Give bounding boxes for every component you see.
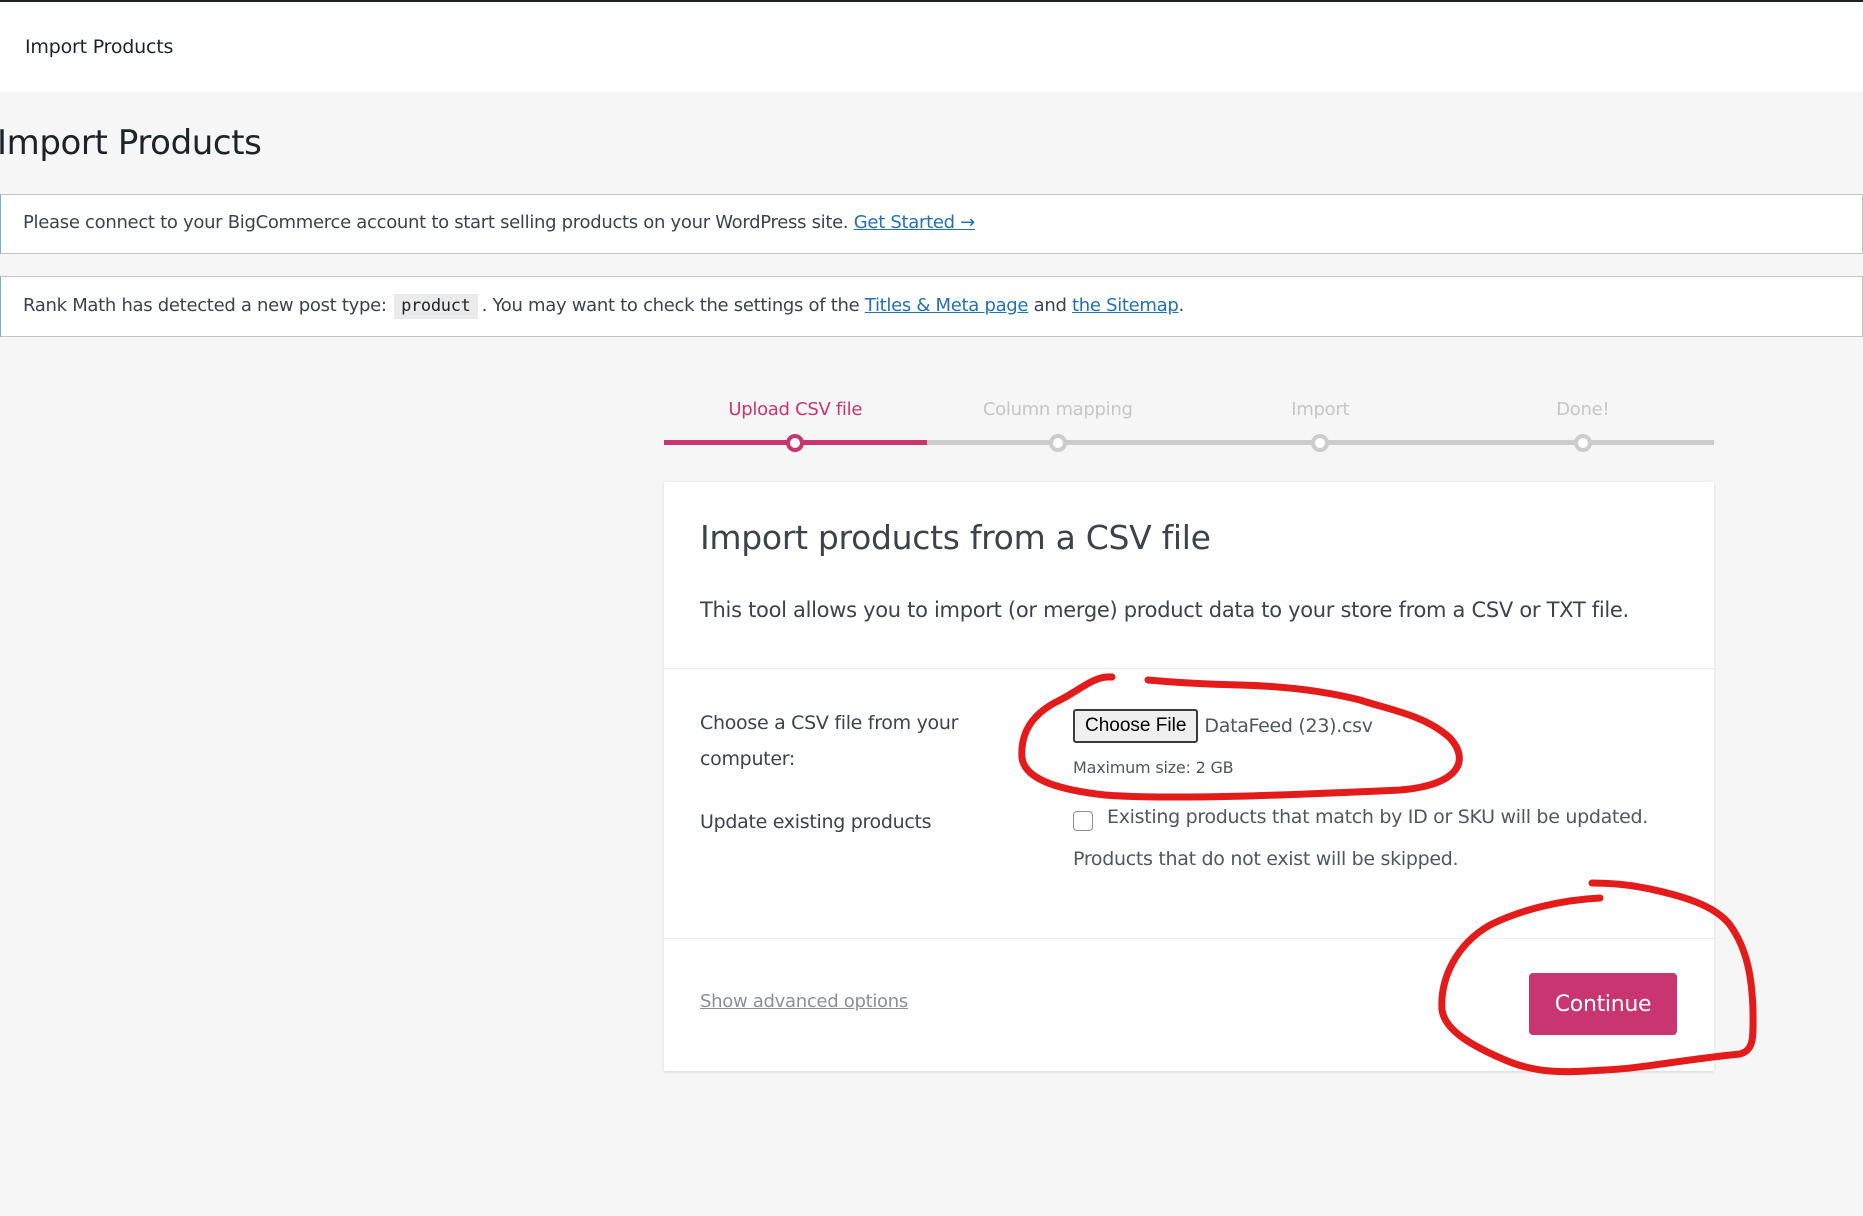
step-label: Upload CSV file: [728, 399, 863, 420]
update-existing-label: Update existing products: [700, 811, 932, 833]
skip-note: Products that do not exist will be skipp…: [1073, 848, 1459, 870]
bigcommerce-notice: Please connect to your BigCommerce accou…: [0, 194, 1863, 254]
get-started-link[interactable]: Get Started →: [854, 212, 975, 233]
header-title: Import Products: [25, 36, 174, 58]
step-dot-icon: [1311, 434, 1330, 452]
step-label: Import: [1291, 399, 1350, 420]
step-column-mapping: Column mapping: [926, 395, 1189, 455]
step-dot-icon: [786, 434, 805, 452]
notice-text: .: [1178, 295, 1185, 316]
step-dot-icon: [1573, 434, 1592, 452]
card-description: This tool allows you to import (or merge…: [700, 598, 1629, 622]
page-header-bar: Import Products: [0, 2, 1863, 92]
notice-text: Please connect to your BigCommerce accou…: [23, 212, 849, 233]
step-import: Import: [1189, 395, 1452, 455]
max-size-hint: Maximum size: 2 GB: [1073, 758, 1234, 777]
choose-file-button[interactable]: Choose File: [1073, 709, 1199, 743]
card-header: Import products from a CSV file This too…: [664, 482, 1714, 669]
continue-button[interactable]: Continue: [1529, 973, 1677, 1035]
sitemap-link[interactable]: the Sitemap: [1072, 295, 1179, 316]
titles-meta-link[interactable]: Titles & Meta page: [865, 295, 1029, 316]
update-existing-checkbox[interactable]: [1073, 811, 1093, 831]
step-dot-icon: [1048, 434, 1067, 452]
notice-text: and: [1033, 295, 1067, 316]
import-stepper: Upload CSV file Column mapping Import Do…: [664, 395, 1714, 455]
step-upload-csv: Upload CSV file: [664, 395, 927, 455]
step-label: Column mapping: [982, 399, 1133, 420]
page-title: Import Products: [0, 123, 262, 163]
show-advanced-options-link[interactable]: Show advanced options: [700, 991, 908, 1012]
selected-file-name: DataFeed (23).csv: [1204, 715, 1373, 737]
rank-math-notice: Rank Math has detected a new post type: …: [0, 276, 1863, 337]
step-label: Done!: [1556, 399, 1610, 420]
notice-text: Rank Math has detected a new post type:: [23, 295, 387, 316]
step-done: Done!: [1451, 395, 1714, 455]
notice-text: . You may want to check the settings of …: [481, 295, 860, 316]
import-card: Import products from a CSV file This too…: [664, 482, 1714, 1071]
card-footer: Show advanced options Continue: [664, 939, 1714, 1071]
file-upload-label: Choose a CSV file from your computer:: [700, 712, 959, 770]
import-form: Choose a CSV file from your computer: Ch…: [664, 669, 1714, 939]
card-title: Import products from a CSV file: [700, 518, 1211, 557]
file-input[interactable]: Choose File DataFeed (23).csv: [1073, 709, 1373, 743]
post-type-code: product: [394, 294, 478, 319]
update-existing-description: Existing products that match by ID or SK…: [1107, 806, 1648, 828]
